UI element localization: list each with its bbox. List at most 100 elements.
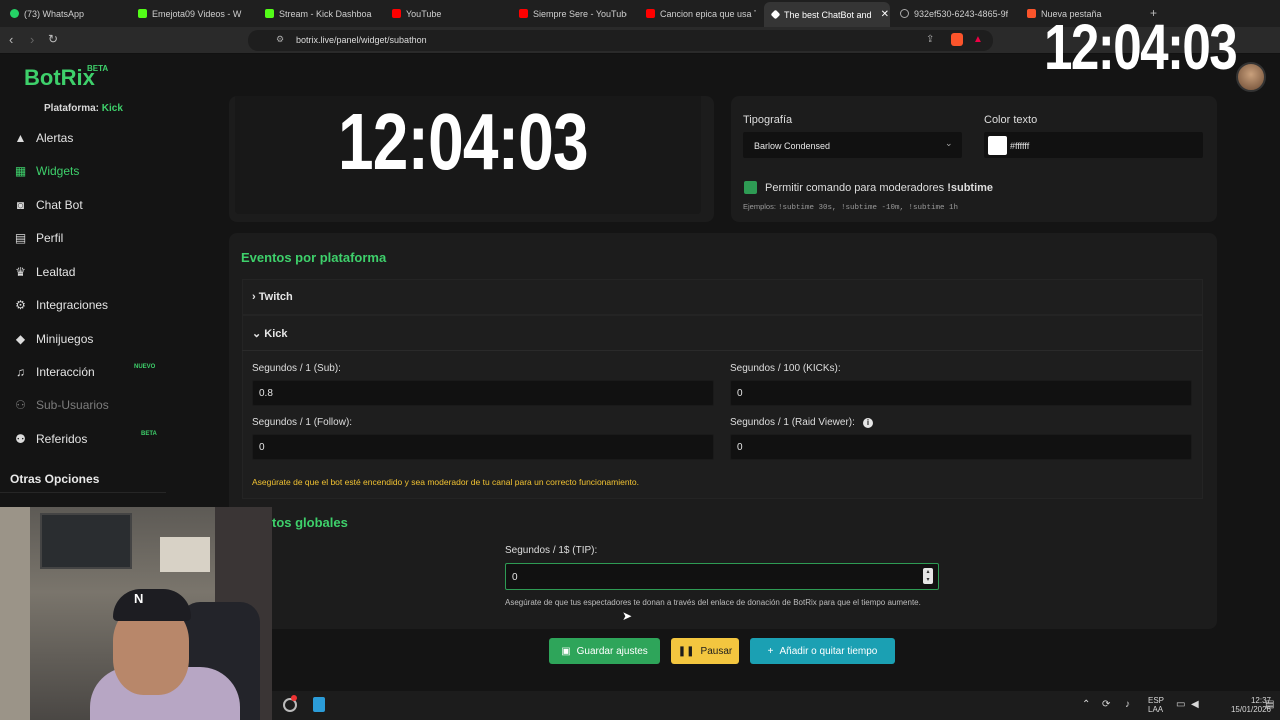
tip-seconds-input[interactable]: 0 <box>505 563 939 590</box>
tip-label: Segundos / 1$ (TIP): <box>505 545 598 556</box>
pause-button[interactable]: ❚❚ Pausar <box>671 638 739 664</box>
sidebar-item-sub-usuarios[interactable]: ⚇ Sub-Usuarios <box>12 394 162 416</box>
save-settings-button[interactable]: ▣ Guardar ajustes <box>549 638 660 664</box>
sidebar-item-alertas[interactable]: ▲ Alertas <box>12 127 162 149</box>
accordion-twitch[interactable] <box>242 279 1203 315</box>
mod-command-keyword: !subtime <box>947 182 994 194</box>
notifications-icon[interactable]: ▤ <box>1265 699 1274 710</box>
volume-icon[interactable]: ◀ <box>1191 699 1199 710</box>
users-icon: ⚇ <box>15 398 26 412</box>
platform-value: Kick <box>101 103 123 114</box>
pause-label: Pausar <box>700 645 733 657</box>
mod-command-checkbox[interactable] <box>744 181 757 194</box>
site-info-icon[interactable]: ⚙ <box>276 34 284 45</box>
kicks-seconds-input[interactable]: 0 <box>730 380 1192 406</box>
music-icon: ♫ <box>16 365 25 379</box>
font-label: Tipografía <box>743 114 793 126</box>
divider <box>0 492 166 493</box>
pause-icon: ❚❚ <box>677 645 695 657</box>
other-options-heading[interactable]: Otras Opciones <box>10 472 99 486</box>
save-label: Guardar ajustes <box>576 645 648 657</box>
tab-uuid[interactable]: 932ef530-6243-4865-9f82 <box>900 4 1008 23</box>
stepper-icon[interactable]: ▴ ▾ <box>923 568 933 584</box>
tab-siempre-sere[interactable]: Siempre Sere - YouTube <box>519 4 627 23</box>
save-icon: ▣ <box>561 645 571 657</box>
sidebar-item-widgets[interactable]: ▦ Widgets <box>12 160 162 182</box>
accordion-twitch-header[interactable]: › Twitch <box>252 291 293 303</box>
microphone-icon[interactable]: ♪ <box>1125 699 1130 710</box>
beta-badge: BETA <box>141 431 157 437</box>
sidebar-item-chatbot[interactable]: ◙ Chat Bot <box>12 194 162 216</box>
tab-emejota[interactable]: Emejota09 Videos - W <box>138 4 246 23</box>
warning-icon: ▲ <box>14 131 27 145</box>
url-text[interactable]: botrix.live/panel/widget/subathon <box>296 35 427 45</box>
color-label: Color texto <box>984 114 1038 126</box>
sidebar-item-referidos[interactable]: ⚉ Referidos <box>12 428 162 450</box>
follow-label: Segundos / 1 (Follow): <box>252 417 353 428</box>
examples-text: !subtime 30s, !subtime -10m, !subtime 1h <box>778 204 959 212</box>
follow-seconds-input[interactable]: 0 <box>252 434 714 460</box>
cap-logo-icon: N <box>134 591 144 606</box>
tab-youtube[interactable]: YouTube <box>392 4 500 23</box>
shelf-shape <box>160 537 210 572</box>
sidebar-item-perfil[interactable]: ▤ Perfil <box>12 227 162 249</box>
accordion-kick-header[interactable]: ⌄ Kick <box>252 327 288 340</box>
id-card-icon: ▤ <box>14 231 27 245</box>
youtube-icon <box>392 9 401 18</box>
tab-label: 932ef530-6243-4865-9f82 <box>914 8 1008 19</box>
nuevo-badge: NUEVO <box>134 364 156 370</box>
chevron-down-icon: ⌄ <box>945 138 953 148</box>
brave-rewards-icon[interactable]: ▲ <box>973 34 983 45</box>
lang-layout: LAA <box>1148 705 1164 714</box>
color-value: #ffffff <box>1010 141 1030 151</box>
brave-shields-icon[interactable] <box>951 33 963 46</box>
sub-label: Segundos / 1 (Sub): <box>252 363 341 374</box>
chevron-right-icon: › <box>252 291 256 303</box>
font-select-value: Barlow Condensed <box>754 141 831 151</box>
add-remove-time-button[interactable]: + Añadir o quitar tiempo <box>750 638 895 664</box>
brand-logo[interactable]: BotRix <box>24 65 95 91</box>
tab-whatsapp[interactable]: (73) WhatsApp <box>10 4 120 23</box>
color-swatch[interactable] <box>988 136 1007 155</box>
tv-shape <box>40 513 132 569</box>
color-input[interactable]: #ffffff <box>984 132 1203 158</box>
url-box[interactable]: ⚙ botrix.live/panel/widget/subathon ⇪ ▲ <box>248 30 993 51</box>
notepad-icon[interactable] <box>313 697 325 712</box>
sidebar-item-minijuegos[interactable]: ◆ Minijuegos <box>12 328 162 350</box>
sidebar-item-lealtad[interactable]: ♛ Lealtad <box>12 261 162 283</box>
tab-label: YouTube <box>406 8 442 19</box>
youtube-icon <box>646 9 655 18</box>
close-tab-icon[interactable]: ✕ <box>881 9 889 20</box>
sidebar-item-label: Integraciones <box>36 298 109 312</box>
mod-command-label: Permitir comando para moderadores !subti… <box>765 182 993 194</box>
webcam-feed: N <box>0 507 272 720</box>
kick-label: Kick <box>264 328 288 340</box>
lang-indicator[interactable]: ESP LAA <box>1148 696 1164 714</box>
font-select[interactable]: Barlow Condensed <box>743 132 962 158</box>
forward-icon[interactable]: › <box>30 32 34 47</box>
sidebar-item-label: Perfil <box>36 231 64 245</box>
tab-cancion-epica[interactable]: Cancion epica que usa Th <box>646 4 756 23</box>
back-icon[interactable]: ‹ <box>9 32 13 47</box>
robot-icon: ◙ <box>16 198 25 212</box>
tray-chevron-icon[interactable]: ⌃ <box>1082 699 1090 710</box>
brand-beta-badge: BETA <box>87 64 109 73</box>
tab-label: (73) WhatsApp <box>24 8 85 19</box>
trophy-icon: ♛ <box>15 265 26 279</box>
plug-icon: ⚙ <box>15 298 26 312</box>
reload-icon[interactable]: ↻ <box>48 32 58 46</box>
divider <box>242 350 1203 351</box>
info-icon[interactable]: i <box>863 418 873 428</box>
notification-dot <box>291 695 297 701</box>
sidebar-item-integraciones[interactable]: ⚙ Integraciones <box>12 294 162 316</box>
botrix-icon <box>770 9 781 20</box>
platform-indicator: Plataforma: Kick <box>44 103 123 114</box>
sub-seconds-input[interactable]: 0.8 <box>252 380 714 406</box>
youtube-icon <box>519 9 528 18</box>
raid-seconds-input[interactable]: 0 <box>730 434 1192 460</box>
network-icon[interactable]: ⟳ <box>1102 699 1110 710</box>
tab-kick-dashboard[interactable]: Stream - Kick Dashboa <box>265 4 373 23</box>
display-icon[interactable]: ▭ <box>1176 699 1185 710</box>
tab-botrix-active[interactable]: The best ChatBot and ✕ <box>764 2 890 27</box>
share-icon[interactable]: ⇪ <box>926 34 934 45</box>
